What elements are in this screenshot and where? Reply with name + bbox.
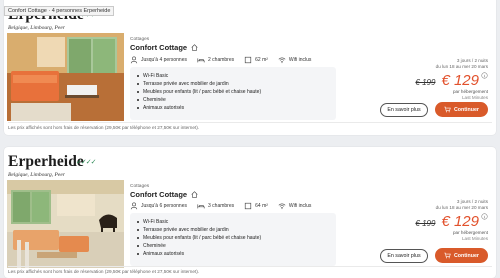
- bedrooms-text: 3 chambres: [208, 203, 235, 209]
- area-text: 64 m²: [255, 203, 268, 209]
- continue-label: Continuer: [453, 252, 479, 259]
- stay-dates: du lun 18 au mer 20 mars: [435, 205, 488, 210]
- cottage-title[interactable]: Confort Cottage: [130, 190, 187, 199]
- wifi-icon: [278, 203, 286, 210]
- wifi-text: Wifi inclus: [288, 57, 312, 63]
- category-label: Cottages: [130, 184, 150, 189]
- feature-item: Wi-Fi Basic: [137, 218, 336, 226]
- area-spec: 64 m²: [244, 202, 268, 210]
- fee-note: Les prix affichés sont hors frais de rés…: [8, 125, 200, 130]
- park-name[interactable]: Erperheide: [8, 153, 84, 171]
- info-icon[interactable]: [481, 213, 488, 220]
- continue-button[interactable]: Continuer: [435, 102, 488, 117]
- wifi-spec: Wifi inclus: [278, 202, 312, 210]
- price-box: 3 jours / 2 nuits du lun 18 au mer 20 ma…: [415, 199, 488, 242]
- location: Belgique, Limbourg, Peer: [8, 172, 65, 178]
- cottage-photo[interactable]: [7, 180, 124, 268]
- info-icon[interactable]: [481, 72, 488, 79]
- last-minute-label: Last Minutes: [461, 95, 488, 100]
- persons-text: Jusqu'à 4 personnes: [141, 57, 187, 63]
- price-box: 3 jours / 2 nuits du lun 18 au mer 20 ma…: [415, 58, 488, 101]
- last-minute-label: Last Minutes: [461, 236, 488, 241]
- cart-icon: [444, 106, 451, 113]
- category-label: Cottages: [130, 37, 150, 42]
- accommodation-card: Erperheide ✓✓✓✓ Belgique, Limbourg, Peer…: [4, 147, 496, 278]
- accommodation-card: Erperheide ✓✓✓✓ Belgique, Limbourg, Peer…: [4, 0, 496, 135]
- cottage-icon: [191, 191, 198, 198]
- feature-item: Animaux autorisés: [137, 250, 336, 258]
- cart-icon: [444, 252, 451, 259]
- more-info-button[interactable]: En savoir plus: [380, 103, 428, 117]
- feature-item: Terrasse privée avec mobilier de jardin: [137, 80, 336, 88]
- new-price: € 129: [441, 72, 479, 89]
- fee-note: Les prix affichés sont hors frais de rés…: [8, 269, 200, 274]
- new-price: € 129: [441, 213, 479, 230]
- persons-spec: Jusqu'à 6 personnes: [130, 202, 187, 210]
- bed-icon: [197, 58, 205, 63]
- bedrooms-spec: 2 chambres: [197, 56, 234, 64]
- divider: [8, 266, 492, 267]
- bedrooms-text: 2 chambres: [208, 57, 235, 63]
- feature-item: Terrasse privée avec mobilier de jardin: [137, 226, 336, 234]
- cottage-photo[interactable]: [7, 33, 124, 121]
- wifi-spec: Wifi inclus: [278, 56, 312, 64]
- continue-button[interactable]: Continuer: [435, 248, 488, 263]
- area-icon: [245, 202, 252, 210]
- tooltip: Confort Cottage · 4 personnes Erperheide: [4, 6, 115, 16]
- person-icon: [130, 56, 138, 64]
- continue-label: Continuer: [453, 106, 479, 113]
- cottage-title[interactable]: Confort Cottage: [130, 43, 187, 52]
- rating-stars: ✓✓✓✓: [76, 159, 96, 166]
- more-info-button[interactable]: En savoir plus: [380, 249, 428, 263]
- persons-text: Jusqu'à 6 personnes: [141, 203, 187, 209]
- area-icon: [245, 56, 252, 64]
- feature-item: Animaux autorisés: [137, 104, 336, 112]
- bedrooms-spec: 3 chambres: [197, 202, 234, 210]
- bed-icon: [197, 204, 205, 209]
- features-list: Wi-Fi Basic Terrasse privée avec mobilie…: [130, 67, 336, 120]
- wifi-icon: [278, 57, 286, 64]
- area-text: 62 m²: [255, 57, 268, 63]
- old-price: € 199: [415, 78, 436, 87]
- divider: [8, 122, 492, 123]
- cottage-icon: [191, 44, 198, 51]
- features-list: Wi-Fi Basic Terrasse privée avec mobilie…: [130, 213, 336, 266]
- feature-item: Meubles pour enfants (lit / parc bébé et…: [137, 88, 336, 96]
- location: Belgique, Limbourg, Peer: [8, 25, 65, 31]
- area-spec: 62 m²: [244, 56, 268, 64]
- stay-dates: du lun 18 au mer 20 mars: [435, 64, 488, 69]
- old-price: € 199: [415, 219, 436, 228]
- person-icon: [130, 202, 138, 210]
- feature-item: Cheminée: [137, 242, 336, 250]
- feature-item: Wi-Fi Basic: [137, 72, 336, 80]
- persons-spec: Jusqu'à 4 personnes: [130, 56, 187, 64]
- feature-item: Meubles pour enfants (lit / parc bébé et…: [137, 234, 336, 242]
- wifi-text: Wifi inclus: [288, 203, 312, 209]
- feature-item: Cheminée: [137, 96, 336, 104]
